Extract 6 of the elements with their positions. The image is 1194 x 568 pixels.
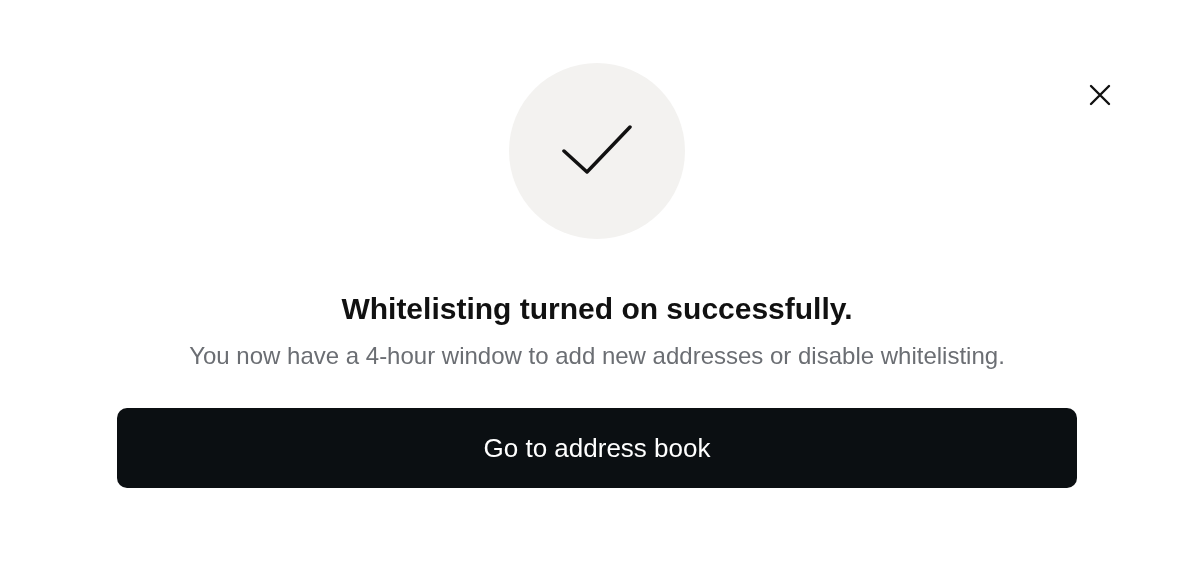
close-button[interactable] (1089, 84, 1111, 106)
close-icon (1089, 84, 1111, 106)
dialog-message: You now have a 4-hour window to add new addresses or disable whitelisting. (189, 341, 1005, 371)
address-book-button[interactable]: Go to address book (117, 408, 1077, 488)
dialog-title: Whitelisting turned on successfully. (341, 291, 853, 327)
checkmark-icon (562, 125, 632, 175)
